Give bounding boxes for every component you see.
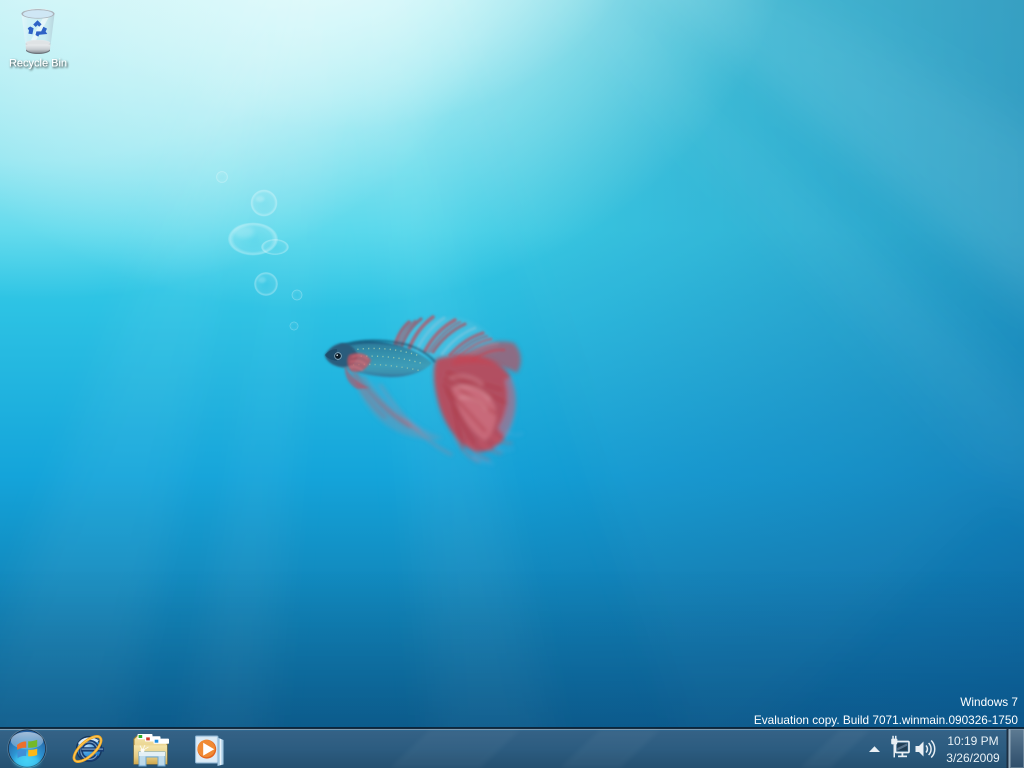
svg-text:Windows 7: Windows 7 xyxy=(960,695,1018,709)
svg-text:Evaluation copy. Build 7071.wi: Evaluation copy. Build 7071.winmain.0903… xyxy=(754,713,1019,727)
svg-text:Recycle Bin: Recycle Bin xyxy=(9,58,67,70)
svg-text:3/26/2009: 3/26/2009 xyxy=(946,751,1000,765)
svg-text:10:19 PM: 10:19 PM xyxy=(947,734,998,748)
